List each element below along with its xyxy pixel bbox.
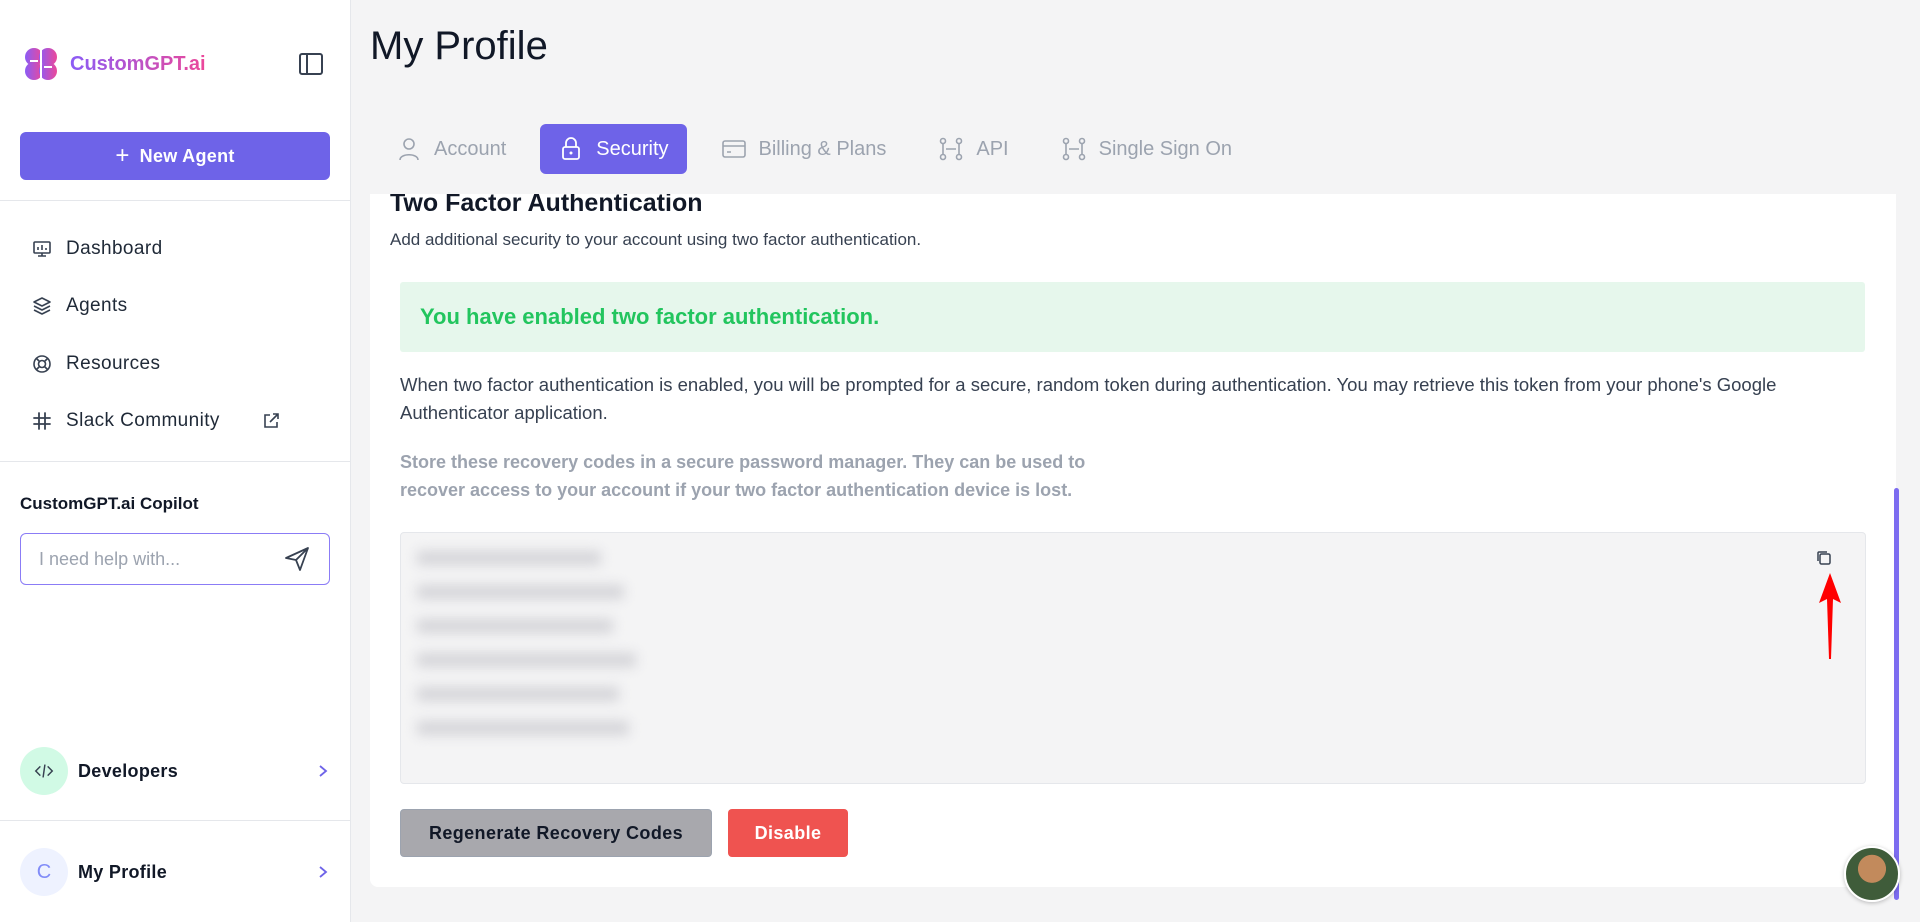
tab-api[interactable]: API [920,124,1026,174]
sidebar-item-label: Resources [66,352,161,374]
sidebar: CustomGPT.ai + New Agent Dashboard Agent… [0,0,351,922]
recovery-codes-box [400,532,1866,784]
logo[interactable]: CustomGPT.ai [20,42,206,86]
lifebuoy-icon [33,354,51,373]
tab-label: Security [596,137,669,160]
divider [0,200,351,201]
copilot-title: CustomGPT.ai Copilot [20,494,199,513]
sidebar-item-label: Dashboard [66,237,163,259]
lock-icon [562,137,581,160]
divider [0,461,351,462]
plus-icon: + [115,142,130,169]
tab-security[interactable]: Security [540,124,687,174]
sidebar-item-agents[interactable]: Agents [32,278,322,336]
new-agent-button[interactable]: + New Agent [20,132,330,180]
tab-label: Account [434,137,507,160]
annotation-arrow-icon [1819,573,1841,659]
my-profile-link[interactable]: C My Profile [20,848,330,896]
divider [0,820,351,821]
send-icon[interactable] [283,545,311,573]
regenerate-recovery-codes-button[interactable]: Regenerate Recovery Codes [400,809,712,857]
disable-button[interactable]: Disable [728,809,848,857]
user-icon [399,138,419,161]
tab-label: API [976,137,1009,160]
sidebar-item-slack-community[interactable]: Slack Community [32,393,322,451]
chevron-right-icon [319,866,328,878]
copilot-input-box [20,533,330,585]
layers-icon [33,297,51,316]
slack-icon [33,412,51,431]
section-title: Two Factor Authentication [390,194,703,217]
my-profile-label: My Profile [78,861,168,882]
new-agent-label: New Agent [139,145,235,166]
brain-logo-icon [25,48,57,80]
sidebar-item-resources[interactable]: Resources [32,335,322,393]
tab-account[interactable]: Account [378,124,524,174]
profile-tabs: Account Security Billing & Plans API Sin… [378,124,1266,174]
scrollbar[interactable] [1894,488,1899,900]
card-icon [721,140,746,158]
brand-name: CustomGPT.ai [70,52,206,75]
recovery-codes-blurred [417,551,647,771]
copy-icon[interactable] [1815,549,1833,567]
section-subtitle: Add additional security to your account … [390,230,922,249]
status-alert: You have enabled two factor authenticati… [400,282,1865,352]
dashboard-icon [33,240,51,257]
two-factor-card: Two Factor Authentication Add additional… [370,194,1896,887]
code-icon [20,747,68,795]
tab-single-sign-on[interactable]: Single Sign On [1043,124,1250,174]
action-buttons: Regenerate Recovery Codes Disable [400,809,848,857]
tab-label: Single Sign On [1098,137,1233,160]
external-link-icon [264,413,279,429]
sso-icon [1062,137,1085,161]
api-icon [940,137,963,161]
developers-link[interactable]: Developers [20,747,330,795]
avatar: C [20,848,68,896]
sidebar-item-label: Slack Community [66,410,220,432]
two-factor-description: When two factor authentication is enable… [400,374,1777,423]
tab-label: Billing & Plans [758,137,887,160]
developers-label: Developers [78,760,179,781]
chat-widget-avatar[interactable] [1844,846,1900,902]
tab-billing-plans[interactable]: Billing & Plans [703,124,905,174]
chevron-right-icon [319,765,328,777]
recovery-note: Store these recovery codes in a secure p… [400,452,1086,500]
sidebar-item-label: Agents [66,295,128,317]
copilot-input[interactable] [39,548,283,570]
sidebar-nav: Dashboard Agents Resources Slack Communi… [32,220,322,450]
page-title: My Profile [370,24,548,68]
sidebar-toggle-icon[interactable] [298,52,324,76]
sidebar-item-dashboard[interactable]: Dashboard [32,220,322,278]
